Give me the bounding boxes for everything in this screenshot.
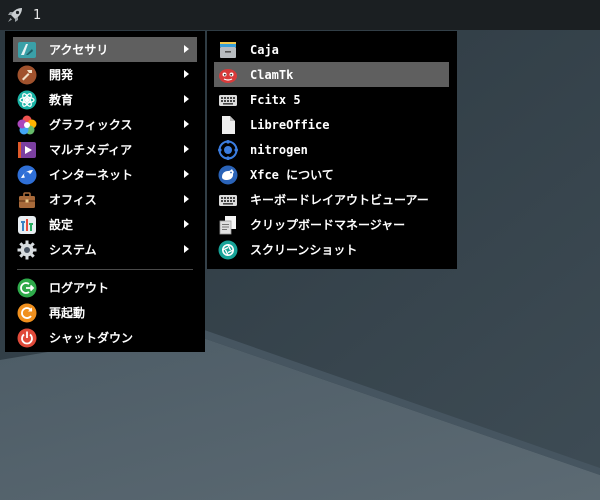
- menu-item-settings[interactable]: 設定: [13, 212, 197, 237]
- menu-item-internet[interactable]: インターネット: [13, 162, 197, 187]
- menu-item-label: ログアウト: [49, 281, 110, 295]
- submenu-arrow-icon: [184, 95, 189, 103]
- menu-separator: [17, 269, 193, 270]
- menu-item-label: 開発: [49, 68, 74, 82]
- office-icon: [17, 190, 37, 210]
- nitrogen-icon: [218, 139, 238, 160]
- education-icon: [17, 90, 37, 110]
- menu-item-shutdown[interactable]: シャットダウン: [13, 325, 197, 350]
- settings-icon: [17, 215, 37, 235]
- menu-item-graphics[interactable]: グラフィックス: [13, 112, 197, 137]
- submenu-item-nitrogen[interactable]: nitrogen: [214, 137, 449, 162]
- logout-icon: [17, 278, 37, 298]
- submenu-item-screenshot[interactable]: スクリーンショット: [214, 237, 449, 262]
- keyboard-icon: [218, 190, 238, 210]
- submenu-item-label: Xfce について: [250, 168, 334, 182]
- document-icon: [218, 115, 238, 135]
- accessories-icon: [17, 40, 37, 60]
- menu-item-multimedia[interactable]: マルチメディア: [13, 137, 197, 162]
- clamtk-icon: [218, 65, 238, 85]
- submenu-item-keyboard-layout-viewer[interactable]: キーボードレイアウトビューアー: [214, 187, 449, 212]
- submenu-item-label: スクリーンショット: [250, 243, 358, 257]
- xfce-icon: [218, 165, 238, 185]
- menu-item-label: 再起動: [49, 306, 86, 320]
- accessories-submenu: Caja ClamTk Fcitx 5 LibreOffice nitrogen…: [207, 31, 457, 269]
- submenu-arrow-icon: [184, 120, 189, 128]
- menu-item-education[interactable]: 教育: [13, 87, 197, 112]
- menu-item-label: オフィス: [49, 193, 97, 207]
- menu-item-accessories[interactable]: アクセサリ: [13, 37, 197, 62]
- development-icon: [17, 65, 37, 85]
- submenu-item-label: キーボードレイアウトビューアー: [250, 193, 429, 207]
- submenu-item-label: nitrogen: [250, 142, 308, 157]
- menu-item-restart[interactable]: 再起動: [13, 300, 197, 325]
- submenu-item-label: LibreOffice: [250, 117, 330, 132]
- menu-item-development[interactable]: 開発: [13, 62, 197, 87]
- submenu-item-label: Caja: [250, 42, 279, 57]
- submenu-arrow-icon: [184, 195, 189, 203]
- submenu-item-label: Fcitx 5: [250, 92, 301, 107]
- menu-item-label: システム: [49, 243, 97, 257]
- internet-icon: [17, 165, 37, 185]
- submenu-item-clipboard-manager[interactable]: クリップボードマネージャー: [214, 212, 449, 237]
- submenu-arrow-icon: [184, 70, 189, 78]
- menu-item-label: インターネット: [49, 168, 134, 182]
- rocket-icon: [8, 8, 22, 22]
- clipboard-icon: [218, 215, 238, 235]
- shutdown-icon: [17, 328, 37, 348]
- submenu-item-caja[interactable]: Caja: [214, 37, 449, 62]
- menu-item-label: グラフィックス: [49, 118, 133, 132]
- screenshot-icon: [218, 240, 238, 260]
- submenu-arrow-icon: [184, 145, 189, 153]
- applications-menu: アクセサリ 開発 教育 グラフィックス マルチメディア インターネット オフィス…: [5, 31, 205, 352]
- submenu-item-label: ClamTk: [250, 67, 294, 82]
- menu-item-label: 教育: [49, 93, 74, 107]
- top-panel: 1: [0, 0, 600, 30]
- menu-item-label: マルチメディア: [49, 143, 133, 157]
- submenu-arrow-icon: [184, 170, 189, 178]
- menu-item-label: シャットダウン: [49, 331, 134, 345]
- multimedia-icon: [17, 140, 37, 160]
- menu-item-office[interactable]: オフィス: [13, 187, 197, 212]
- menu-item-logout[interactable]: ログアウト: [13, 275, 197, 300]
- keyboard-icon: [218, 90, 238, 110]
- menu-item-label: 設定: [49, 218, 74, 232]
- workspace-indicator[interactable]: 1: [33, 8, 41, 23]
- restart-icon: [17, 303, 37, 323]
- applications-menu-button[interactable]: [0, 0, 30, 30]
- menu-item-system[interactable]: システム: [13, 237, 197, 262]
- submenu-item-libreoffice[interactable]: LibreOffice: [214, 112, 449, 137]
- submenu-arrow-icon: [184, 245, 189, 253]
- menu-item-label: アクセサリ: [49, 43, 109, 57]
- submenu-item-about-xfce[interactable]: Xfce について: [214, 162, 449, 187]
- submenu-item-label: クリップボードマネージャー: [250, 218, 406, 232]
- graphics-icon: [17, 115, 37, 135]
- system-icon: [17, 240, 37, 260]
- submenu-arrow-icon: [184, 220, 189, 228]
- submenu-arrow-icon: [184, 45, 189, 53]
- submenu-item-clamtk[interactable]: ClamTk: [214, 62, 449, 87]
- file-manager-icon: [218, 40, 238, 60]
- submenu-item-fcitx[interactable]: Fcitx 5: [214, 87, 449, 112]
